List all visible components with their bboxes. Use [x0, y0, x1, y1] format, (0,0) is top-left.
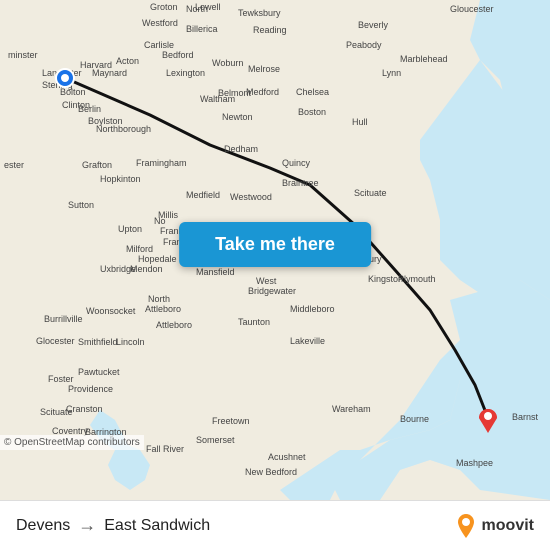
- route-info: Devens → East Sandwich: [16, 515, 210, 536]
- svg-text:Glocester: Glocester: [36, 336, 75, 346]
- svg-text:Boylston: Boylston: [88, 116, 123, 126]
- svg-text:Burrillville: Burrillville: [44, 314, 83, 324]
- svg-text:Reading: Reading: [253, 25, 287, 35]
- bottom-bar: Devens → East Sandwich moovit: [0, 500, 550, 550]
- svg-text:Lynn: Lynn: [382, 68, 401, 78]
- svg-text:Carlisle: Carlisle: [144, 40, 174, 50]
- svg-text:Medfield: Medfield: [186, 190, 220, 200]
- svg-text:West: West: [256, 276, 277, 286]
- svg-text:Grafton: Grafton: [82, 160, 112, 170]
- svg-text:Tewksbury: Tewksbury: [238, 8, 281, 18]
- svg-text:Belmont: Belmont: [218, 88, 252, 98]
- svg-text:Somerset: Somerset: [196, 435, 235, 445]
- svg-text:Attleboro: Attleboro: [156, 320, 192, 330]
- svg-text:Bourne: Bourne: [400, 414, 429, 424]
- svg-text:Scituate: Scituate: [354, 188, 387, 198]
- svg-text:Pawtucket: Pawtucket: [78, 367, 120, 377]
- svg-text:Clinton: Clinton: [62, 100, 90, 110]
- svg-text:Gloucester: Gloucester: [450, 4, 494, 14]
- svg-text:Smithfield: Smithfield: [78, 337, 118, 347]
- svg-text:Westford: Westford: [142, 18, 178, 28]
- take-me-there-button[interactable]: Take me there: [179, 222, 371, 267]
- svg-text:Quincy: Quincy: [282, 158, 311, 168]
- svg-text:Sutton: Sutton: [68, 200, 94, 210]
- svg-text:Groton: Groton: [150, 2, 178, 12]
- svg-text:Mansfield: Mansfield: [196, 267, 235, 277]
- moovit-text: moovit: [482, 517, 534, 535]
- svg-text:Peabody: Peabody: [346, 40, 382, 50]
- moovit-logo[interactable]: moovit: [454, 512, 534, 540]
- svg-text:Hull: Hull: [352, 117, 368, 127]
- svg-text:Hopedale: Hopedale: [138, 254, 177, 264]
- svg-text:Beverly: Beverly: [358, 20, 389, 30]
- svg-text:Bridgewater: Bridgewater: [248, 286, 296, 296]
- svg-text:Billerica: Billerica: [186, 24, 218, 34]
- svg-text:Hopkinton: Hopkinton: [100, 174, 141, 184]
- osm-attribution: © OpenStreetMap contributors: [0, 435, 144, 450]
- svg-text:Lincoln: Lincoln: [116, 337, 145, 347]
- svg-text:Woburn: Woburn: [212, 58, 243, 68]
- svg-text:Providence: Providence: [68, 384, 113, 394]
- moovit-pin-icon: [454, 512, 478, 540]
- svg-text:Scituate: Scituate: [40, 407, 73, 417]
- svg-text:Chelsea: Chelsea: [296, 87, 329, 97]
- svg-text:Wareham: Wareham: [332, 404, 371, 414]
- svg-text:minster: minster: [8, 50, 38, 60]
- svg-text:Taunton: Taunton: [238, 317, 270, 327]
- svg-text:Barnst: Barnst: [512, 412, 539, 422]
- svg-text:Freetown: Freetown: [212, 416, 250, 426]
- svg-text:Middleboro: Middleboro: [290, 304, 335, 314]
- svg-text:Maynard: Maynard: [92, 68, 127, 78]
- svg-text:Woonsocket: Woonsocket: [86, 306, 136, 316]
- svg-text:No: No: [154, 216, 166, 226]
- svg-text:Framingham: Framingham: [136, 158, 187, 168]
- svg-text:Plymouth: Plymouth: [398, 274, 436, 284]
- map-container: Reading Beverly Gloucester Peabody Marbl…: [0, 0, 550, 500]
- svg-text:Bedford: Bedford: [162, 50, 194, 60]
- svg-text:North: North: [148, 294, 170, 304]
- origin-label: Devens: [16, 517, 70, 535]
- arrow-icon: →: [78, 515, 96, 536]
- svg-text:Attleboro: Attleboro: [145, 304, 181, 314]
- svg-text:Acushnet: Acushnet: [268, 452, 306, 462]
- svg-text:Upton: Upton: [118, 224, 142, 234]
- svg-text:Mashpee: Mashpee: [456, 458, 493, 468]
- svg-text:ester: ester: [4, 160, 24, 170]
- svg-text:Westwood: Westwood: [230, 192, 272, 202]
- svg-text:Melrose: Melrose: [248, 64, 280, 74]
- svg-text:North: North: [186, 4, 208, 14]
- svg-text:Milford: Milford: [126, 244, 153, 254]
- svg-text:New Bedford: New Bedford: [245, 467, 297, 477]
- svg-text:Braintree: Braintree: [282, 178, 319, 188]
- svg-text:Boston: Boston: [298, 107, 326, 117]
- svg-text:Lakeville: Lakeville: [290, 336, 325, 346]
- svg-text:Newton: Newton: [222, 112, 253, 122]
- svg-text:Fall River: Fall River: [146, 444, 184, 454]
- svg-text:Lexington: Lexington: [166, 68, 205, 78]
- svg-text:Marblehead: Marblehead: [400, 54, 448, 64]
- destination-label: East Sandwich: [104, 517, 210, 535]
- svg-text:Dedham: Dedham: [224, 144, 258, 154]
- svg-text:Foster: Foster: [48, 374, 74, 384]
- svg-text:Acton: Acton: [116, 56, 139, 66]
- svg-text:Uxbridge: Uxbridge: [100, 264, 136, 274]
